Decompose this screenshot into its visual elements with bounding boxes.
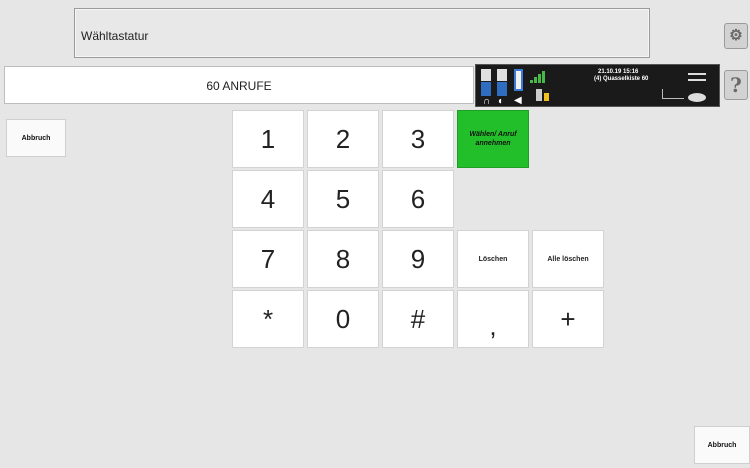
message-bubble-icon bbox=[688, 93, 706, 102]
key-0[interactable]: 0 bbox=[307, 290, 379, 348]
status-panel: ∩ ◐ ◀ 21.10.19 15:16 (4) Quasselkiste 60 bbox=[475, 64, 720, 107]
key-plus[interactable]: + bbox=[532, 290, 604, 348]
speaker-icon: ◀ bbox=[514, 95, 522, 106]
dial-answer-button[interactable]: Wählen/ Anruf annehmen bbox=[457, 110, 529, 168]
volume-level-2 bbox=[497, 82, 507, 96]
dialpad-title: Wähltastatur bbox=[81, 29, 149, 43]
key-comma[interactable]: , bbox=[457, 290, 529, 348]
key-2[interactable]: 2 bbox=[307, 110, 379, 168]
chart-icon bbox=[662, 89, 684, 99]
dialpad-title-box: Wähltastatur bbox=[74, 8, 650, 58]
status-indicator-icon bbox=[544, 93, 549, 101]
calls-count-field: 60 ANRUFE bbox=[4, 66, 474, 104]
headset-icon: ∩ bbox=[483, 96, 491, 107]
help-icon: ? bbox=[730, 73, 742, 97]
help-button[interactable]: ? bbox=[724, 70, 748, 100]
delete-button[interactable]: Löschen bbox=[457, 230, 529, 288]
key-8[interactable]: 8 bbox=[307, 230, 379, 288]
status-date-time: 21.10.19 15:16 bbox=[598, 69, 639, 75]
printer-icon bbox=[688, 73, 706, 81]
key-5[interactable]: 5 bbox=[307, 170, 379, 228]
calls-count-label: 60 ANRUFE bbox=[206, 79, 272, 93]
settings-icon[interactable]: ⚙ bbox=[724, 23, 748, 49]
key-6[interactable]: 6 bbox=[382, 170, 454, 228]
handset-icon: ◐ bbox=[498, 96, 505, 107]
delete-all-button[interactable]: Alle löschen bbox=[532, 230, 604, 288]
signal-strength-icon bbox=[530, 71, 546, 83]
status-contact: (4) Quasselkiste 60 bbox=[594, 76, 649, 82]
key-9[interactable]: 9 bbox=[382, 230, 454, 288]
volume-bar-1 bbox=[481, 69, 491, 81]
key-3[interactable]: 3 bbox=[382, 110, 454, 168]
key-7[interactable]: 7 bbox=[232, 230, 304, 288]
cancel-button-right[interactable]: Abbruch bbox=[694, 426, 750, 464]
cancel-button-left[interactable]: Abbruch bbox=[6, 119, 66, 157]
volume-level-1 bbox=[481, 82, 491, 96]
battery-icon bbox=[514, 69, 523, 91]
cancel-button-left-label: Abbruch bbox=[21, 135, 51, 142]
key-4[interactable]: 4 bbox=[232, 170, 304, 228]
cancel-button-right-label: Abbruch bbox=[707, 442, 737, 449]
device-icon bbox=[536, 89, 542, 101]
volume-bar-2 bbox=[497, 69, 507, 81]
key-star[interactable]: * bbox=[232, 290, 304, 348]
key-1[interactable]: 1 bbox=[232, 110, 304, 168]
key-hash[interactable]: # bbox=[382, 290, 454, 348]
